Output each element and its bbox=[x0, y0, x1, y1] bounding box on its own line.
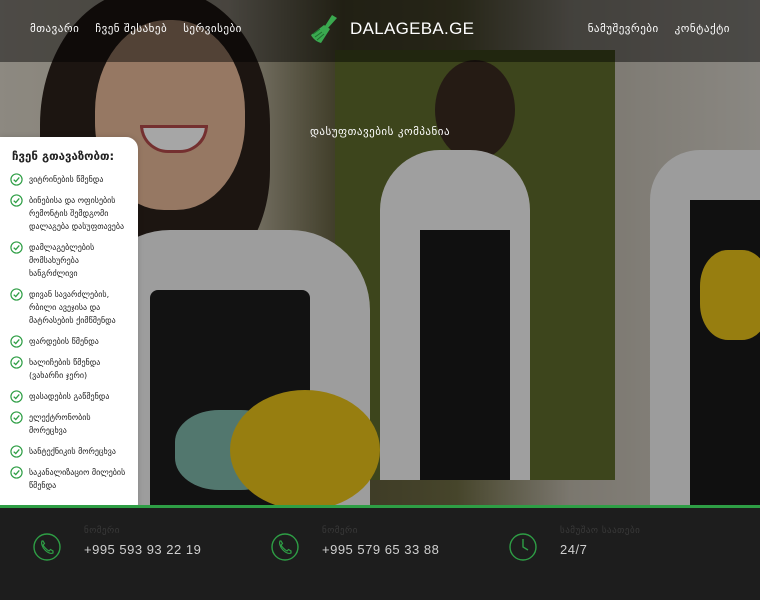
services-title: ჩვენ გთავაზობთ: bbox=[12, 149, 115, 163]
check-circle-icon bbox=[10, 241, 23, 254]
contact-text: ნომერი +995 579 65 33 88 bbox=[322, 526, 439, 557]
contact-phone-2[interactable]: ნომერი +995 579 65 33 88 bbox=[270, 526, 439, 562]
contact-text: სამუშაო საათები 24/7 bbox=[560, 526, 640, 557]
nav-link-about[interactable]: ჩვენ შესახებ bbox=[95, 22, 167, 35]
working-hours: 24/7 bbox=[560, 542, 588, 557]
contact-hours: სამუშაო საათები 24/7 bbox=[508, 526, 640, 562]
service-item: დამლაგებლების მომსახურება ხანგრძლივი bbox=[10, 241, 128, 280]
contact-label: სამუშაო საათები bbox=[560, 526, 641, 536]
check-circle-icon bbox=[10, 288, 23, 301]
site-logo[interactable]: DALAGEBA.GE bbox=[308, 12, 474, 46]
check-circle-icon bbox=[10, 445, 23, 458]
broom-icon bbox=[311, 15, 337, 43]
top-navbar: მთავარი ჩვენ შესახებ სერვისები DALAGEBA.… bbox=[0, 0, 760, 62]
nav-link-works[interactable]: ნამუშევრები bbox=[588, 22, 659, 35]
services-list: ვიტრინების წმენდა ბინებისა და ოფისების რ… bbox=[10, 173, 128, 492]
service-label: დივან სავარძლების, რბილი ავეჯისა და მატრ… bbox=[29, 290, 116, 325]
service-label: ფარდების წმენდა bbox=[29, 337, 99, 346]
contact-bar: ნომერი +995 593 93 22 19 ნომერი +995 579… bbox=[0, 508, 760, 600]
service-label: ელექტრონობის მორეცხვა bbox=[29, 413, 91, 435]
service-label: ბინებისა და ოფისების რემონტის შემდგომი დ… bbox=[29, 196, 125, 231]
contact-text: ნომერი +995 593 93 22 19 bbox=[84, 526, 201, 557]
logo-text: DALAGEBA.GE bbox=[350, 19, 475, 38]
check-circle-icon bbox=[10, 194, 23, 207]
service-item: ვიტრინების წმენდა bbox=[10, 173, 128, 186]
service-item: დივან სავარძლების, რბილი ავეჯისა და მატრ… bbox=[10, 288, 128, 327]
check-circle-icon bbox=[10, 390, 23, 403]
service-label: საკანალიზაციო მილების წმენდა bbox=[29, 468, 126, 490]
service-item: ბინებისა და ოფისების რემონტის შემდგომი დ… bbox=[10, 194, 128, 233]
contact-label: ნომერი bbox=[322, 526, 358, 536]
phone-number[interactable]: +995 593 93 22 19 bbox=[84, 542, 201, 557]
check-circle-icon bbox=[10, 356, 23, 369]
service-item: ფასადების გაწმენდა bbox=[10, 390, 128, 403]
service-item: საკანალიზაციო მილების წმენდა bbox=[10, 466, 128, 492]
service-label: დამლაგებლების მომსახურება ხანგრძლივი bbox=[29, 243, 95, 278]
service-label: ხალიჩების წმენდა (ვახარჩი ჯერი) bbox=[29, 358, 101, 380]
contact-phone-1[interactable]: ნომერი +995 593 93 22 19 bbox=[32, 526, 201, 562]
phone-icon bbox=[33, 533, 61, 561]
check-circle-icon bbox=[10, 335, 23, 348]
check-circle-icon bbox=[10, 466, 23, 479]
service-item: ფარდების წმენდა bbox=[10, 335, 128, 348]
service-item: ხალიჩების წმენდა (ვახარჩი ჯერი) bbox=[10, 356, 128, 382]
check-circle-icon bbox=[10, 411, 23, 424]
service-item: ელექტრონობის მორეცხვა bbox=[10, 411, 128, 437]
nav-link-home[interactable]: მთავარი bbox=[30, 22, 79, 35]
nav-left: მთავარი ჩვენ შესახებ სერვისები bbox=[30, 22, 242, 35]
clock-icon bbox=[509, 533, 537, 561]
hero-tagline: დასუფთავების კომპანია bbox=[309, 125, 451, 138]
service-label: ფასადების გაწმენდა bbox=[29, 392, 110, 401]
nav-link-services[interactable]: სერვისები bbox=[183, 22, 242, 35]
service-label: სანტექნიკის მორეცხვა bbox=[29, 447, 116, 456]
contact-label: ნომერი bbox=[84, 526, 120, 536]
nav-right: ნამუშევრები კონტაქტი bbox=[588, 22, 730, 35]
service-label: ვიტრინების წმენდა bbox=[29, 175, 104, 184]
services-panel: ჩვენ გთავაზობთ: ვიტრინების წმენდა ბინები… bbox=[0, 137, 138, 516]
phone-number[interactable]: +995 579 65 33 88 bbox=[322, 542, 439, 557]
service-item: სანტექნიკის მორეცხვა bbox=[10, 445, 128, 458]
nav-link-contact[interactable]: კონტაქტი bbox=[675, 22, 730, 35]
phone-icon bbox=[271, 533, 299, 561]
check-circle-icon bbox=[10, 173, 23, 186]
